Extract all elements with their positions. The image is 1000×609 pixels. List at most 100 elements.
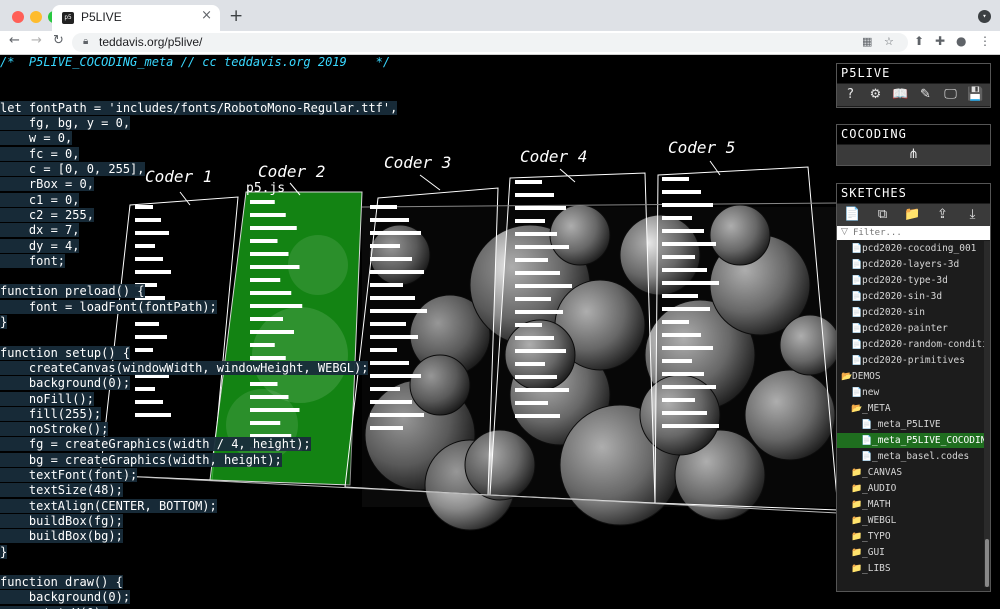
qr-icon[interactable]: ▦ <box>862 35 872 48</box>
edit-icon[interactable]: ✎ <box>916 85 935 104</box>
code-text-bar <box>662 216 692 220</box>
sketch-file-item[interactable]: 📄pcd2020-painter <box>837 321 990 336</box>
new-sketch-icon[interactable]: 📄 <box>843 205 862 224</box>
address-bar[interactable]: 🔒︎ teddavis.org/p5live/ ▦ ☆ <box>72 33 908 52</box>
code-line[interactable]: fg = createGraphics(width / 4, height); <box>0 437 400 452</box>
browser-tab[interactable]: p5 P5LIVE × <box>52 5 220 31</box>
sketch-file-item[interactable]: 📄pcd2020-cocoding_001 <box>837 241 990 256</box>
code-line[interactable]: buildBox(fg); <box>0 513 400 529</box>
code-line[interactable]: dy = 4, <box>0 238 400 254</box>
code-line[interactable] <box>0 330 400 345</box>
sketch-folder-item[interactable]: 📁_AUDIO <box>837 481 990 496</box>
reload-icon[interactable]: ↻ <box>53 33 64 48</box>
sketch-file-item[interactable]: 📄_meta_basel.codes <box>837 449 990 464</box>
forward-icon[interactable]: → <box>31 33 42 48</box>
code-line[interactable]: font; <box>0 253 400 269</box>
code-line[interactable]: fill(255); <box>0 406 400 422</box>
code-line[interactable]: let fontPath = 'includes/fonts/RobotoMon… <box>0 100 400 116</box>
code-line[interactable]: fc = 0, <box>0 146 400 162</box>
code-line[interactable]: noFill(); <box>0 391 400 407</box>
code-line[interactable]: c2 = 255, <box>0 207 400 223</box>
code-line[interactable]: function draw() { <box>0 575 400 590</box>
code-line[interactable]: rBox = 0, <box>0 177 400 192</box>
code-editor[interactable]: /* P5LIVE_COCODING_meta // cc teddavis.o… <box>0 55 400 609</box>
sketch-file-item[interactable]: 📄pcd2020-layers-3d <box>837 257 990 272</box>
sketch-folder-item[interactable]: 📂DEMOS <box>837 369 986 384</box>
sketch-item-label: pcd2020-primitives <box>862 355 965 366</box>
code-line[interactable]: textFont(font); <box>0 468 400 483</box>
help-icon[interactable]: ? <box>841 85 860 104</box>
sketch-file-item[interactable]: 📄pcd2020-random-conditionals <box>837 337 990 352</box>
cocoding-box: COCODING ⋔ <box>836 124 991 166</box>
code-line[interactable] <box>0 269 400 284</box>
upload-icon[interactable]: ⇪ <box>933 205 952 224</box>
code-line[interactable]: } <box>0 315 400 330</box>
sketch-folder-item[interactable]: 📁_TYPO <box>837 529 990 544</box>
extension-icon[interactable]: ⬆ <box>914 34 924 48</box>
code-line-text: noFill(); <box>0 391 94 406</box>
tab-search-icon[interactable]: ▾ <box>978 10 991 23</box>
p5live-editor[interactable]: Coder 1 Coder 2 Coder 3 Coder 4 Coder 5 p5.js… <box>0 55 1000 609</box>
code-line[interactable]: noStroke(); <box>0 422 400 437</box>
code-line[interactable] <box>0 560 400 575</box>
duplicate-sketch-icon[interactable]: ⧉ <box>873 205 892 224</box>
reference-book-icon[interactable]: 📖 <box>891 85 910 104</box>
puzzle-icon[interactable]: ✚ <box>935 34 945 48</box>
code-line[interactable]: background(0); <box>0 376 400 391</box>
new-tab-button[interactable]: + <box>229 6 243 26</box>
code-line[interactable]: function setup() { <box>0 345 400 361</box>
sketch-folder-item[interactable]: 📁_LIBS <box>837 561 990 576</box>
sketch-file-item[interactable]: 📄new <box>837 385 990 400</box>
sketch-tree-scrollbar[interactable] <box>984 241 990 587</box>
code-line[interactable]: font = loadFont(fontPath); <box>0 299 400 315</box>
close-window-button[interactable] <box>12 11 24 23</box>
code-line[interactable]: textAlign(CENTER, BOTTOM); <box>0 498 400 514</box>
download-icon[interactable]: ⤓ <box>963 205 982 224</box>
sketch-file-item[interactable]: 📄pcd2020-sin-3d <box>837 289 990 304</box>
sketch-item-label: pcd2020-sin-3d <box>862 291 943 302</box>
sketch-file-item[interactable]: 📄pcd2020-type-3d <box>837 273 990 288</box>
code-line[interactable]: bg = createGraphics(width, height); <box>0 452 400 468</box>
profile-icon[interactable]: ● <box>956 34 966 48</box>
code-line-text: rBox = 0, <box>0 177 94 192</box>
star-icon[interactable]: ☆ <box>884 35 894 48</box>
back-icon[interactable]: ← <box>9 33 20 48</box>
filter-field[interactable]: ▽ <box>837 226 990 240</box>
code-line[interactable]: createCanvas(windowWidth, windowHeight, … <box>0 360 400 376</box>
sketch-tree[interactable]: 📄pcd2020-cocoding_001 📄pcd2020-layers-3d 📄… <box>837 241 990 587</box>
sketch-file-item[interactable]: 📄pcd2020-sin <box>837 305 990 320</box>
sketch-folder-item[interactable]: 📁_MATH <box>837 497 990 512</box>
menu-icon[interactable]: ⋮ <box>979 34 991 48</box>
settings-icon[interactable]: ⚙ <box>866 85 885 104</box>
code-line[interactable]: buildBox(bg); <box>0 529 400 544</box>
code-line[interactable]: c = [0, 0, 255], <box>0 162 400 177</box>
sketch-file-item[interactable]: 📄_meta_P5LIVE <box>837 417 990 432</box>
minimize-window-button[interactable] <box>30 11 42 23</box>
code-line[interactable]: w = 0, <box>0 131 400 146</box>
sketch-file-item[interactable]: 📄_meta_P5LIVE_COCODING <box>837 433 990 448</box>
monitor-icon[interactable]: 🖵 <box>941 85 960 104</box>
coder-4-label: Coder 4 <box>520 147 587 166</box>
sketch-file-item[interactable]: 📄pcd2020-primitives <box>837 353 990 368</box>
code-line[interactable]: fg, bg, y = 0, <box>0 116 400 131</box>
url-text[interactable]: teddavis.org/p5live/ <box>99 35 202 49</box>
code-line[interactable]: } <box>0 544 400 560</box>
share-icon[interactable]: ⋔ <box>904 145 923 164</box>
code-line[interactable]: background(0); <box>0 590 400 605</box>
code-line[interactable]: /* P5LIVE_COCODING_meta // cc teddavis.o… <box>0 55 400 70</box>
code-line[interactable]: dx = 7, <box>0 223 400 238</box>
sketch-folder-item[interactable]: 📁_CANVAS <box>837 465 990 480</box>
save-icon[interactable]: 💾 <box>966 85 985 104</box>
code-line[interactable]: c1 = 0, <box>0 192 400 208</box>
sketch-folder-item[interactable]: 📂_META <box>837 401 990 416</box>
filter-input[interactable] <box>853 226 983 240</box>
sketch-folder-item[interactable]: 📁_WEBGL <box>837 513 990 528</box>
code-line[interactable] <box>0 70 400 85</box>
sketch-folder-item[interactable]: 📁_GUI <box>837 545 990 560</box>
code-line[interactable]: function preload() { <box>0 284 400 299</box>
code-line[interactable]: textSize(48); <box>0 483 400 498</box>
scrollbar-thumb[interactable] <box>985 539 989 587</box>
tab-close-icon[interactable]: × <box>201 8 212 23</box>
new-folder-icon[interactable]: 📁 <box>903 205 922 224</box>
code-line[interactable] <box>0 86 400 101</box>
